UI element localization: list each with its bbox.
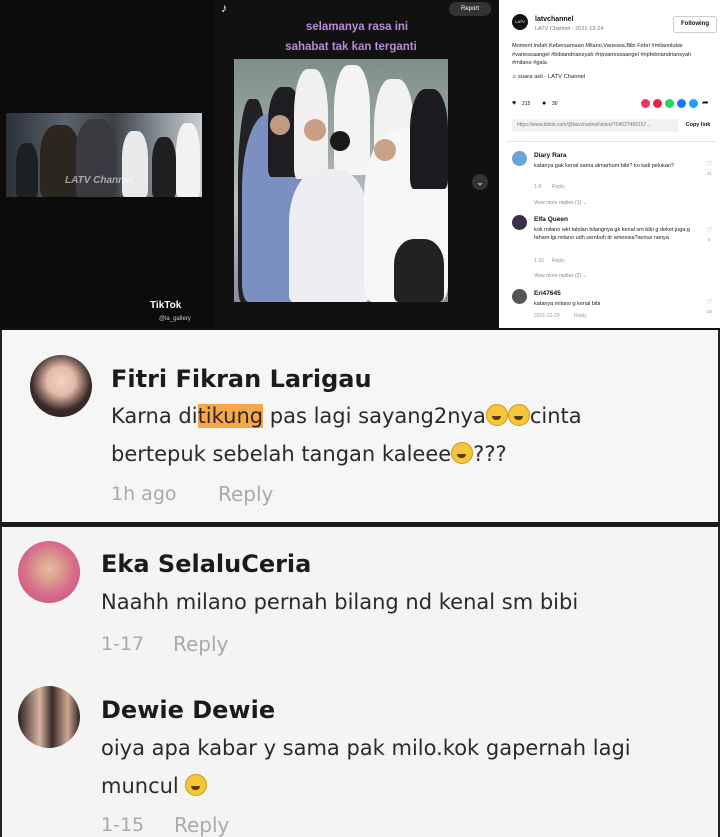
comment-like-count: 6	[708, 237, 711, 242]
like-count: 215	[522, 101, 531, 107]
comment-date: 1-17	[101, 633, 145, 655]
avatar[interactable]	[512, 215, 527, 230]
avatar[interactable]	[512, 151, 527, 166]
video-description: Moment indah Kebersamaan Milano,Vanessa,…	[512, 43, 692, 67]
comment-count: 30	[552, 101, 558, 107]
comment-date: 1-15	[534, 258, 545, 264]
comment-text: kok milano wkt tahilan bilangnya gk kena…	[534, 227, 690, 241]
tiktok-logo: TikTok	[150, 300, 182, 311]
chevron-down-icon[interactable]: ⌄	[472, 174, 488, 190]
video-caption-line2: sahabat tak kan terganti	[285, 41, 417, 53]
comment-author[interactable]: Fitri Fikran Larigau	[111, 365, 372, 393]
comment-text-part: muncul	[101, 774, 179, 798]
comment-date: 1h ago	[111, 483, 177, 505]
comment-author[interactable]: Eri47645	[534, 290, 561, 297]
comment-text: Naahh milano pernah bilang nd kenal sm b…	[101, 590, 579, 614]
heart-icon[interactable]: ♡	[706, 298, 712, 306]
view-more-replies[interactable]: View more replies (1) ⌄	[534, 200, 587, 206]
grinning-emoji-icon	[507, 404, 530, 426]
music-label[interactable]: ♫ suara asli - LATV Channel	[512, 74, 585, 80]
highlighted-word: tikung	[197, 404, 264, 428]
comment-author[interactable]: Dewie Dewie	[101, 696, 275, 724]
comment-date: 1-15	[101, 814, 145, 836]
divider	[506, 141, 716, 142]
reply-link[interactable]: Reply	[174, 813, 229, 837]
video-caption-line1: selamanya rasa ini	[305, 21, 409, 33]
comment-like-count: 21	[707, 171, 713, 176]
channel-subtitle: LATV Channel · 2021-12-24	[535, 26, 604, 32]
grinning-emoji-icon	[485, 404, 508, 426]
whatsapp-icon[interactable]	[665, 99, 674, 108]
heart-icon[interactable]: ♡	[706, 226, 712, 234]
grinning-emoji-icon	[451, 442, 474, 464]
comment-author[interactable]: Eka SelaluCeria	[101, 550, 311, 578]
channel-avatar[interactable]: LATV	[512, 14, 528, 30]
share-arrow-icon[interactable]: ➦	[702, 98, 709, 107]
avatar[interactable]	[18, 686, 80, 748]
video-url-field[interactable]: https://www.tiktok.com/@latvchannel/vide…	[512, 119, 678, 132]
view-more-replies[interactable]: View more replies (2) ⌄	[534, 273, 587, 279]
comment-author[interactable]: Elfa Queen	[534, 216, 568, 223]
comment-text-part: pas lagi sayang2nya	[263, 404, 486, 428]
reply-link[interactable]: Reply	[574, 313, 587, 319]
heart-icon[interactable]: ♡	[706, 160, 712, 168]
comment-like-count: 20	[707, 309, 713, 314]
report-button[interactable]: Report	[449, 2, 491, 16]
video-watermark: LATV Channel	[65, 175, 133, 186]
comment-text: Karna ditikung pas lagi sayang2nya cinta …	[111, 397, 701, 473]
avatar[interactable]	[18, 541, 80, 603]
following-button[interactable]: Following	[673, 16, 717, 33]
embed-icon[interactable]	[641, 99, 650, 108]
avatar[interactable]	[30, 355, 92, 417]
comment-text: katanya milano g kenal bibi	[534, 301, 601, 307]
video-group-photo	[234, 59, 448, 302]
comment-text: katanya gak kenal sama almarhum bibi? ko…	[534, 163, 675, 169]
heart-icon[interactable]: ♥	[512, 100, 516, 107]
tiktok-username: @la_gallery	[159, 316, 191, 322]
reply-link[interactable]: Reply	[552, 184, 565, 190]
comment-text-part: cinta	[529, 404, 582, 428]
avatar[interactable]	[512, 289, 527, 304]
comment-text: oiya apa kabar y sama pak milo.kok gaper…	[101, 729, 701, 805]
comment-text-part: ???	[473, 442, 507, 466]
reply-link[interactable]: Reply	[218, 482, 273, 506]
tiktok-icon: ♪	[221, 1, 227, 15]
comment-author[interactable]: Diary Rara	[534, 152, 567, 159]
facebook-icon[interactable]	[677, 99, 686, 108]
comment-date: 1-8	[534, 184, 542, 190]
grinning-emoji-icon	[185, 774, 208, 796]
comment-text-part: Karna di	[111, 404, 198, 428]
copy-link-button[interactable]: Copy link	[681, 119, 715, 132]
comment-icon[interactable]: ●	[542, 100, 546, 107]
channel-name[interactable]: latvchannel	[535, 16, 574, 23]
send-icon[interactable]	[653, 99, 662, 108]
reply-link[interactable]: Reply	[173, 632, 228, 656]
comment-text-part: oiya apa kabar y sama pak milo.kok gaper…	[101, 736, 631, 760]
twitter-icon[interactable]	[689, 99, 698, 108]
comment-text-part: bertepuk sebelah tangan kaleee	[111, 442, 452, 466]
reply-link[interactable]: Reply	[552, 258, 565, 264]
comment-date: 2021-12-29	[534, 313, 560, 319]
